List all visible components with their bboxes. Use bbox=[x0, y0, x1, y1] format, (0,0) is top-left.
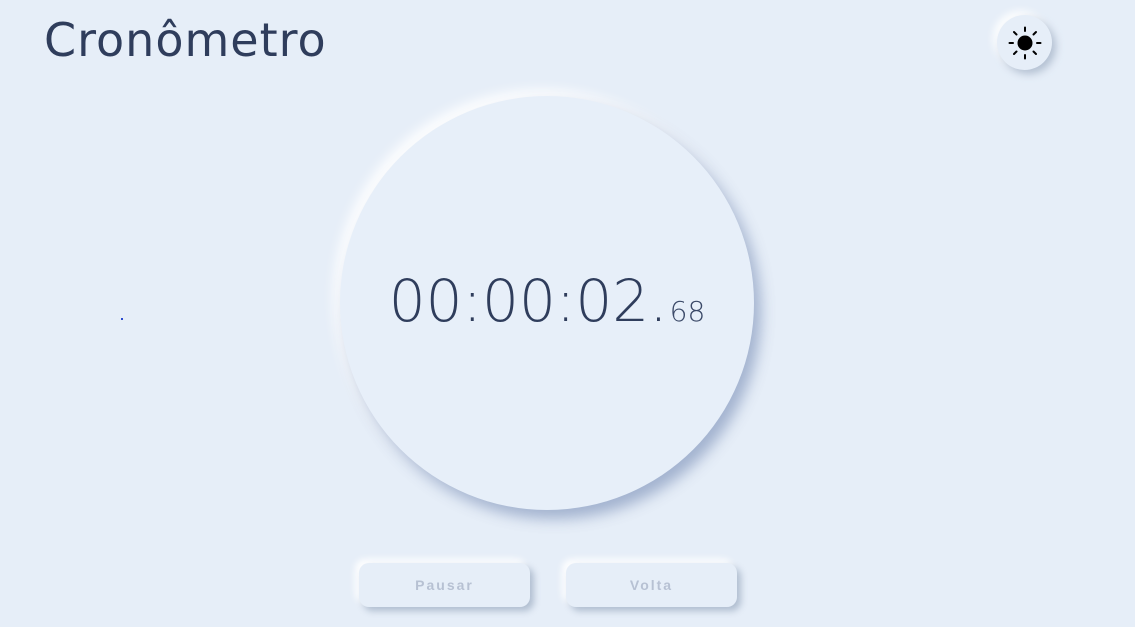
stopwatch-page: Cronômetro 00:00:02. 68 Pausar Volta bbox=[0, 0, 1135, 627]
focus-dot bbox=[121, 318, 123, 320]
pause-button[interactable]: Pausar bbox=[359, 563, 530, 607]
time-main: 00:00:02. bbox=[388, 267, 668, 335]
stopwatch-dial: 00:00:02. 68 bbox=[340, 96, 754, 510]
theme-toggle-button[interactable] bbox=[997, 15, 1052, 70]
time-display: 00:00:02. 68 bbox=[389, 267, 706, 335]
lap-button[interactable]: Volta bbox=[566, 563, 737, 607]
time-milliseconds: 68 bbox=[669, 295, 706, 328]
sun-icon bbox=[1008, 26, 1042, 60]
page-title: Cronômetro bbox=[44, 13, 327, 67]
